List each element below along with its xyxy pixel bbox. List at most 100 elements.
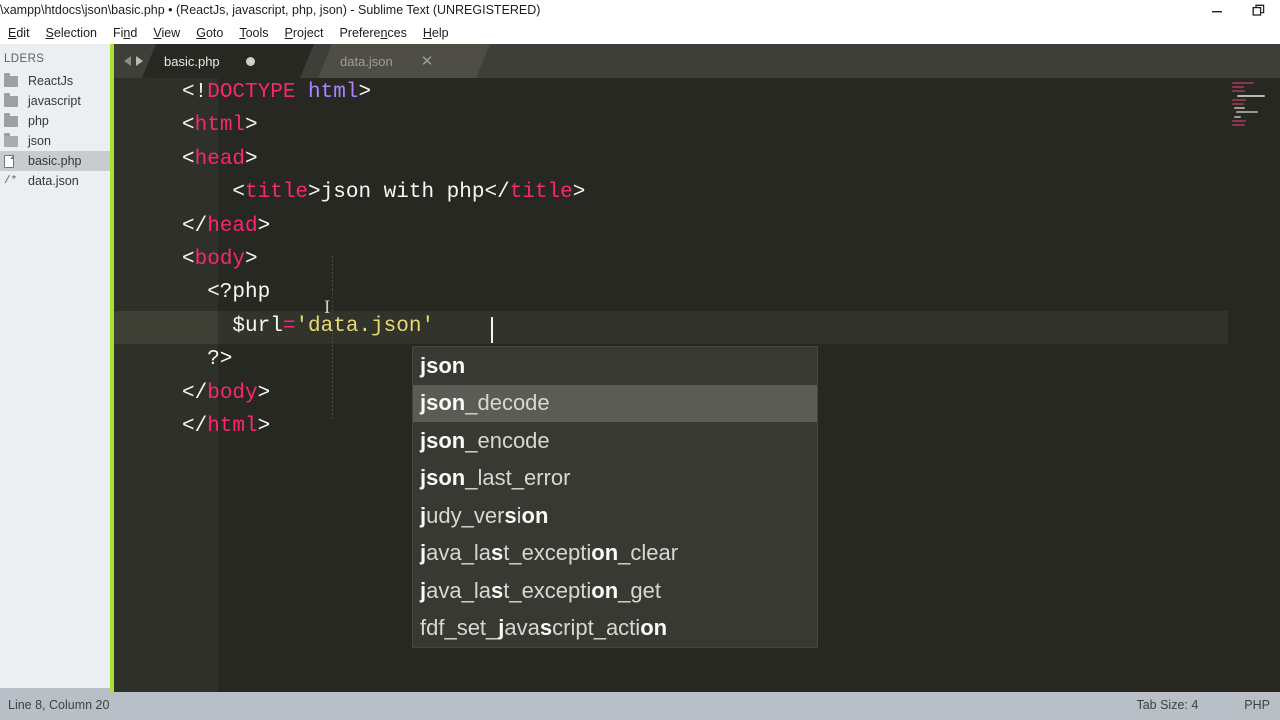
autocomplete-match: json xyxy=(420,352,466,378)
autocomplete-text: ava_la xyxy=(426,577,491,603)
autocomplete-item[interactable]: fdf_set_ j ava s cript_acti on xyxy=(413,610,817,648)
autocomplete-text: cript_acti xyxy=(552,615,641,641)
tree-item-label: json xyxy=(28,134,51,148)
autocomplete-text: _clear xyxy=(618,540,679,566)
title-bar: \xampp\htdocs\json\basic.php • (ReactJs,… xyxy=(0,0,1280,22)
code-token: json with php xyxy=(320,181,485,205)
code-line: <html> xyxy=(182,114,258,137)
autocomplete-item[interactable]: json _last_error xyxy=(413,460,817,498)
menu-item-goto[interactable]: Goto xyxy=(188,24,231,42)
autocomplete-text: on xyxy=(591,577,619,603)
menu-item-edit[interactable]: Edit xyxy=(0,24,38,42)
autocomplete-match: json xyxy=(420,427,466,453)
code-token: < xyxy=(182,147,195,171)
autocomplete-item[interactable]: json _encode xyxy=(413,422,817,460)
autocomplete-text: _get xyxy=(618,577,661,603)
autocomplete-item[interactable]: json _decode xyxy=(413,384,817,422)
menu-item-project[interactable]: Project xyxy=(277,24,332,42)
minimap[interactable] xyxy=(1228,78,1280,692)
code-token: <?php xyxy=(182,281,271,305)
menu-item-find[interactable]: Find xyxy=(105,24,145,42)
code-token: < xyxy=(182,181,246,205)
tree-item-reactjs[interactable]: ReactJs xyxy=(0,71,110,91)
code-line: <head> xyxy=(182,148,258,171)
autocomplete-text: s xyxy=(490,577,504,603)
next-tab-arrow-icon[interactable] xyxy=(136,56,143,66)
code-line: <title>json with php</title> xyxy=(182,181,585,204)
window-controls xyxy=(1196,0,1280,22)
code-line: $url='data.json' xyxy=(182,315,434,338)
code-token: html xyxy=(194,114,246,138)
accent-divider xyxy=(110,44,114,692)
autocomplete-popup[interactable]: json json _decode json _encode json _last_erro… xyxy=(412,346,818,648)
sublime-text-window: \xampp\htdocs\json\basic.php • (ReactJs,… xyxy=(0,0,1280,720)
menu-item-tools[interactable]: Tools xyxy=(231,24,276,42)
menu-item-selection[interactable]: Selection xyxy=(38,24,105,42)
menu-item-help[interactable]: Help xyxy=(415,24,457,42)
restore-button[interactable] xyxy=(1238,0,1280,22)
tree-item-php[interactable]: php xyxy=(0,111,110,131)
mouse-ibeam-cursor: I xyxy=(324,297,331,318)
cursor-position-status: Line 8, Column 20 xyxy=(8,698,110,712)
minimap-line xyxy=(1234,107,1245,110)
code-line: <?php xyxy=(182,281,270,304)
syntax-status[interactable]: PHP xyxy=(1244,698,1270,712)
autocomplete-item[interactable]: j ava_la s t_excepti on _clear xyxy=(413,535,817,573)
tab-basic-php[interactable]: basic.php xyxy=(142,44,314,78)
tab-label: basic.php xyxy=(164,53,220,69)
autocomplete-text: t_excepti xyxy=(503,577,592,603)
autocomplete-item[interactable]: j udy_ver s i on xyxy=(413,497,817,535)
autocomplete-text: on xyxy=(521,502,549,528)
minimap-line xyxy=(1237,94,1265,97)
tab-label: data.json xyxy=(340,53,393,69)
code-token: > xyxy=(245,248,258,271)
code-token: title xyxy=(509,181,573,205)
code-line: <!DOCTYPE html> xyxy=(182,81,371,104)
file-icon-wrap xyxy=(4,154,24,168)
folder-open-icon-wrap xyxy=(4,132,24,148)
code-token: head xyxy=(194,147,246,171)
prev-tab-arrow-icon[interactable] xyxy=(124,56,131,66)
minimize-icon xyxy=(1212,11,1222,13)
tree-item-data-json[interactable]: /* data.json xyxy=(0,171,110,191)
code-token: <! xyxy=(182,81,208,104)
code-token: body xyxy=(194,248,246,271)
code-token: 'data.json' xyxy=(295,314,435,338)
code-token: > xyxy=(245,114,258,138)
tab-close-icon[interactable]: ✕ xyxy=(421,54,434,69)
autocomplete-text: on xyxy=(640,615,668,641)
autocomplete-text: _last_error xyxy=(465,465,571,491)
code-line: ?> xyxy=(182,348,232,371)
code-token: head xyxy=(207,214,258,238)
autocomplete-text: fdf_set_ xyxy=(420,615,499,641)
minimap-line xyxy=(1232,86,1244,89)
code-token: > xyxy=(257,214,271,238)
code-token: body xyxy=(207,381,258,405)
tree-item-label: javascript xyxy=(28,94,81,108)
tab-bar: basic.php data.json ✕ xyxy=(114,44,1280,78)
tree-item-json[interactable]: json xyxy=(0,131,110,151)
code-token: < xyxy=(182,248,195,271)
autocomplete-text: ava_la xyxy=(426,540,491,566)
minimap-line xyxy=(1232,82,1254,84)
minimap-line xyxy=(1234,115,1241,118)
tab-dirty-dot-icon xyxy=(246,57,255,66)
autocomplete-item[interactable]: j ava_la s t_excepti on _get xyxy=(413,572,817,610)
tab-data-json[interactable]: data.json ✕ xyxy=(318,44,490,78)
menu-bar: Edit Selection Find View Goto Tools Project Pre… xyxy=(0,22,1280,44)
tree-item-basic-php[interactable]: basic.php xyxy=(0,151,110,171)
menu-item-view[interactable]: View xyxy=(145,24,188,42)
autocomplete-text: s xyxy=(490,540,504,566)
tree-item-javascript[interactable]: javascript xyxy=(0,91,110,111)
minimize-button[interactable] xyxy=(1196,0,1238,22)
file-icon xyxy=(4,154,14,168)
sidebar-header: LDERS xyxy=(4,53,45,65)
autocomplete-item[interactable]: json xyxy=(413,347,817,385)
tab-size-status[interactable]: Tab Size: 4 xyxy=(1136,698,1198,712)
sidebar-folders-panel: LDERS ReactJs javascript php json basic.php /… xyxy=(0,44,110,692)
code-token: title xyxy=(245,181,309,205)
minimap-line xyxy=(1232,124,1245,126)
menu-item-preferences[interactable]: Preferences xyxy=(331,24,414,42)
code-token: > xyxy=(245,147,258,171)
